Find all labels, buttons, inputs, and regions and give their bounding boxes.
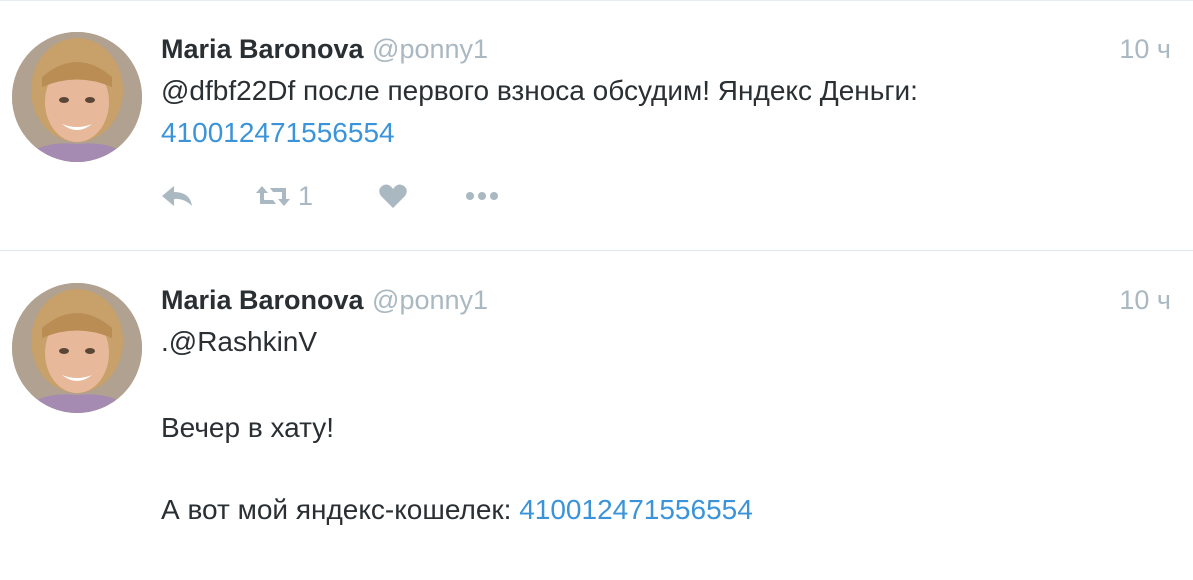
reply-icon (162, 186, 192, 206)
tweet[interactable]: Maria Baronova @ponny1 10 ч @dfbf22Df по… (0, 0, 1193, 250)
tweet-text-line: @dfbf22Df после первого взноса обсудим! … (161, 75, 918, 106)
author-name[interactable]: Maria Baronova (161, 34, 364, 64)
avatar[interactable] (12, 32, 142, 162)
tweet-text-line: .@RashkinV (161, 326, 318, 357)
tweet-text-line: А вот мой яндекс-кошелек: (161, 494, 520, 525)
tweet-text-line: Вечер в хату! (161, 412, 335, 443)
tweet-time[interactable]: 10 ч (1119, 285, 1171, 316)
heart-icon (379, 184, 407, 208)
author-handle[interactable]: @ponny1 (372, 34, 488, 64)
retweet-icon (256, 186, 290, 206)
author-name[interactable]: Maria Baronova (161, 285, 364, 315)
retweet-button[interactable]: 1 (254, 178, 313, 214)
tweet-text: .@RashkinV (161, 321, 317, 363)
wallet-link[interactable]: 410012471556554 (519, 494, 753, 525)
tweet-text: Вечер в хату! (161, 407, 334, 449)
avatar[interactable] (12, 283, 142, 413)
more-button[interactable] (464, 178, 500, 214)
tweet-text: А вот мой яндекс-кошелек: 41001247155655… (161, 489, 753, 531)
more-icon (466, 192, 498, 200)
retweet-count: 1 (298, 180, 314, 211)
tweet[interactable]: Maria Baronova @ponny1 10 ч .@RashkinV В… (0, 251, 1193, 580)
author-handle[interactable]: @ponny1 (372, 285, 488, 315)
tweet-header: Maria Baronova @ponny1 (161, 34, 488, 68)
wallet-link[interactable]: 410012471556554 (161, 117, 395, 148)
tweet-time[interactable]: 10 ч (1119, 34, 1171, 65)
like-button[interactable] (378, 178, 408, 214)
reply-button[interactable] (160, 178, 194, 214)
tweet-header: Maria Baronova @ponny1 (161, 285, 488, 319)
tweet-text: @dfbf22Df после первого взноса обсудим! … (161, 70, 918, 154)
